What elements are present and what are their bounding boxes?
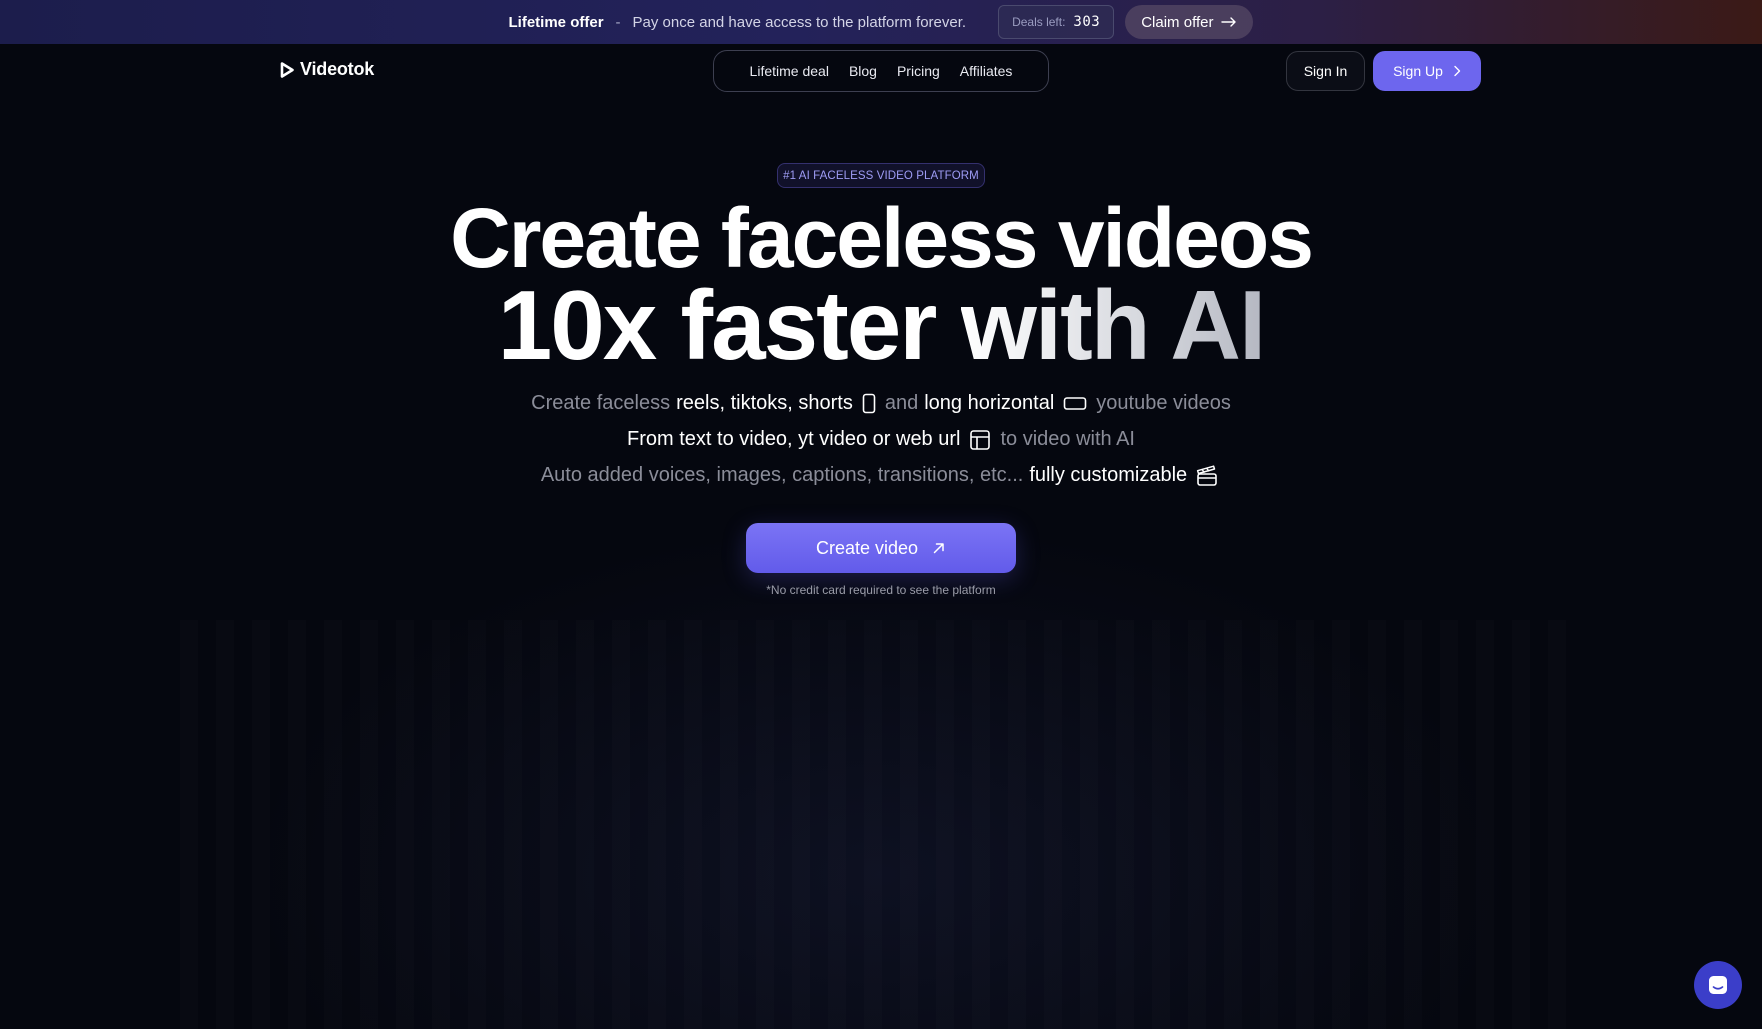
sign-up-button[interactable]: Sign Up — [1373, 51, 1481, 91]
announcement-banner: Lifetime offer - Pay once and have acces… — [0, 0, 1762, 44]
background-stripes — [180, 620, 1582, 1029]
formats-text-2: reels, tiktoks, shorts — [676, 392, 853, 414]
nav-blog[interactable]: Blog — [849, 63, 877, 79]
hero-badge: #1 AI FACELESS VIDEO PLATFORM — [777, 163, 985, 188]
no-credit-card-note: *No credit card required to see the plat… — [766, 583, 996, 597]
arrow-up-right-icon — [933, 543, 944, 554]
subheadline-features: Auto added voices, images, captions, tra… — [0, 464, 1762, 487]
subheadline-sources: From text to video, yt video or web url … — [0, 428, 1762, 451]
sign-in-label: Sign In — [1303, 63, 1348, 79]
logo-text: Videotok — [300, 59, 375, 79]
sign-in-button[interactable]: Sign In — [1286, 51, 1365, 91]
formats-text-3: and — [884, 392, 919, 414]
deals-left-counter: Deals left: 303 — [998, 5, 1115, 39]
features-text-2: fully customizable — [1029, 464, 1188, 486]
layout-template-icon — [969, 429, 991, 451]
banner-title: Lifetime offer — [508, 13, 604, 31]
formats-text-4: long horizontal — [924, 392, 1055, 414]
sources-text-1: From text to video, yt video or web url — [627, 428, 961, 450]
phone-portrait-icon — [862, 393, 876, 414]
play-icon — [280, 61, 294, 78]
landing-page: Lifetime offer - Pay once and have acces… — [0, 0, 1762, 1029]
headline-line-2-part-b: with AI — [960, 270, 1267, 380]
formats-text-5: youtube videos — [1096, 392, 1231, 414]
claim-offer-label: Claim offer — [1141, 13, 1214, 31]
deals-left-count: 303 — [1073, 14, 1101, 30]
banner-description: Pay once and have access to the platform… — [632, 13, 967, 31]
screen-landscape-icon — [1063, 396, 1087, 411]
nav-pricing[interactable]: Pricing — [897, 63, 940, 79]
chat-widget-icon — [1709, 976, 1727, 994]
formats-text-1: Create faceless — [531, 392, 671, 414]
headline-line-1: Create faceless videos — [450, 191, 1314, 285]
logo[interactable]: Videotok — [280, 59, 374, 80]
subheadline-formats: Create faceless reels, tiktoks, shorts a… — [0, 392, 1762, 415]
nav-lifetime-deal[interactable]: Lifetime deal — [750, 63, 829, 79]
headline-line-2-part-a: 10x faster — [497, 270, 961, 380]
clapperboard-icon — [1196, 464, 1218, 487]
features-text-1: Auto added voices, images, captions, tra… — [540, 464, 1024, 486]
create-video-label: Create video — [815, 537, 919, 558]
main-nav: Lifetime deal Blog Pricing Affiliates — [713, 50, 1049, 92]
headline-line-2: 10x faster with AI — [0, 276, 1762, 374]
deals-left-label: Deals left: — [1012, 15, 1066, 29]
sign-up-label: Sign Up — [1393, 63, 1443, 79]
chevron-right-icon — [1454, 65, 1461, 77]
sources-text-2: to video with AI — [1000, 428, 1135, 450]
arrow-right-icon — [1221, 17, 1237, 27]
chat-widget-button[interactable] — [1694, 961, 1742, 1009]
create-video-button[interactable]: Create video — [746, 523, 1016, 573]
banner-separator: - — [615, 13, 621, 31]
nav-affiliates[interactable]: Affiliates — [960, 63, 1013, 79]
claim-offer-button[interactable]: Claim offer — [1125, 5, 1254, 39]
